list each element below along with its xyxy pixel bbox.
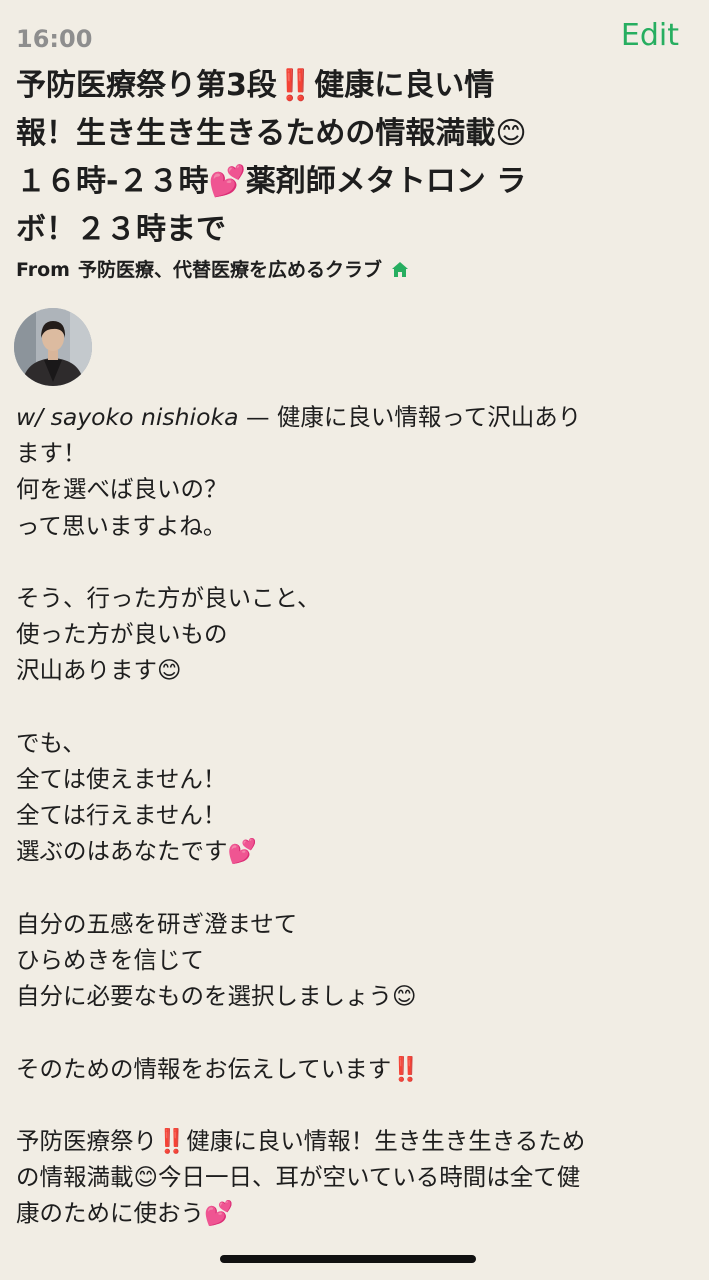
club-link[interactable]: From 予防医療、代替医療を広めるクラブ — [16, 256, 410, 284]
event-title: 予防医療祭り第3段‼️健康に良い情 報！生き生き生きるための情報満載😊 １６時-… — [16, 68, 527, 247]
host-name[interactable]: w/ sayoko nishioka — [16, 403, 238, 431]
from-label: From — [16, 259, 70, 281]
avatar-photo — [14, 308, 92, 386]
club-name[interactable]: 予防医療、代替医療を広めるクラブ — [78, 256, 382, 284]
description-text: — 健康に良い情報って沢山あり ます！ 何を選べば良いの？ って思いますよね。 … — [16, 403, 586, 1228]
home-indicator[interactable] — [220, 1255, 476, 1263]
host-avatar[interactable] — [14, 308, 92, 386]
home-icon — [392, 262, 409, 277]
edit-button[interactable]: Edit — [621, 18, 679, 53]
event-description: w/ sayoko nishioka — 健康に良い情報って沢山あり ます！ 何… — [16, 399, 686, 1232]
status-time: 16:00 — [16, 25, 93, 53]
